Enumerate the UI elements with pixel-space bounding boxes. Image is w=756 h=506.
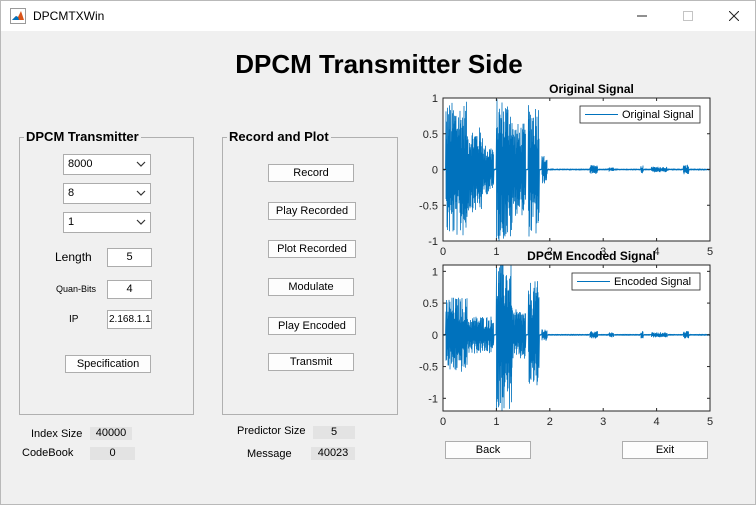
back-button[interactable]: Back (445, 441, 531, 459)
y-tick-label: 1 (432, 93, 438, 105)
chart-2: 0 1 2 3 4 510.50-0.5-1DPCM Encoded SignalEnco… (419, 249, 713, 428)
chart-1: 0 1 2 3 4 510.50-0.5-1Original SignalOriginal… (419, 82, 713, 258)
y-tick-label: 0.5 (423, 129, 438, 141)
x-tick-label: 3 (600, 416, 606, 428)
y-tick-label: -1 (428, 393, 438, 405)
x-tick-label: 1 (493, 416, 499, 428)
legend-label: Encoded Signal (614, 276, 691, 288)
x-tick-label: 2 (547, 416, 553, 428)
y-tick-label: -1 (428, 236, 438, 248)
x-tick-label: 0 (440, 416, 446, 428)
y-tick-label: -0.5 (419, 200, 438, 212)
x-tick-label: 5 (707, 416, 713, 428)
legend-label: Original Signal (622, 109, 694, 121)
x-tick-label: 4 (654, 416, 660, 428)
exit-button[interactable]: Exit (622, 441, 708, 459)
y-tick-label: 0 (432, 165, 438, 177)
app-window: DPCMTXWin DPCM Transmitter Side DPCM Tra… (0, 0, 756, 505)
x-tick-label: 1 (493, 246, 499, 258)
chart-title: Original Signal (549, 82, 634, 96)
x-tick-label: 0 (440, 246, 446, 258)
chart-title: DPCM Encoded Signal (527, 249, 656, 263)
signal-charts: 0 1 2 3 4 510.50-0.5-1Original SignalOriginal… (419, 82, 713, 428)
x-tick-label: 5 (707, 246, 713, 258)
y-tick-label: 1 (432, 266, 438, 278)
y-tick-label: -0.5 (419, 362, 438, 374)
y-tick-label: 0 (432, 330, 438, 342)
y-tick-label: 0.5 (423, 298, 438, 310)
